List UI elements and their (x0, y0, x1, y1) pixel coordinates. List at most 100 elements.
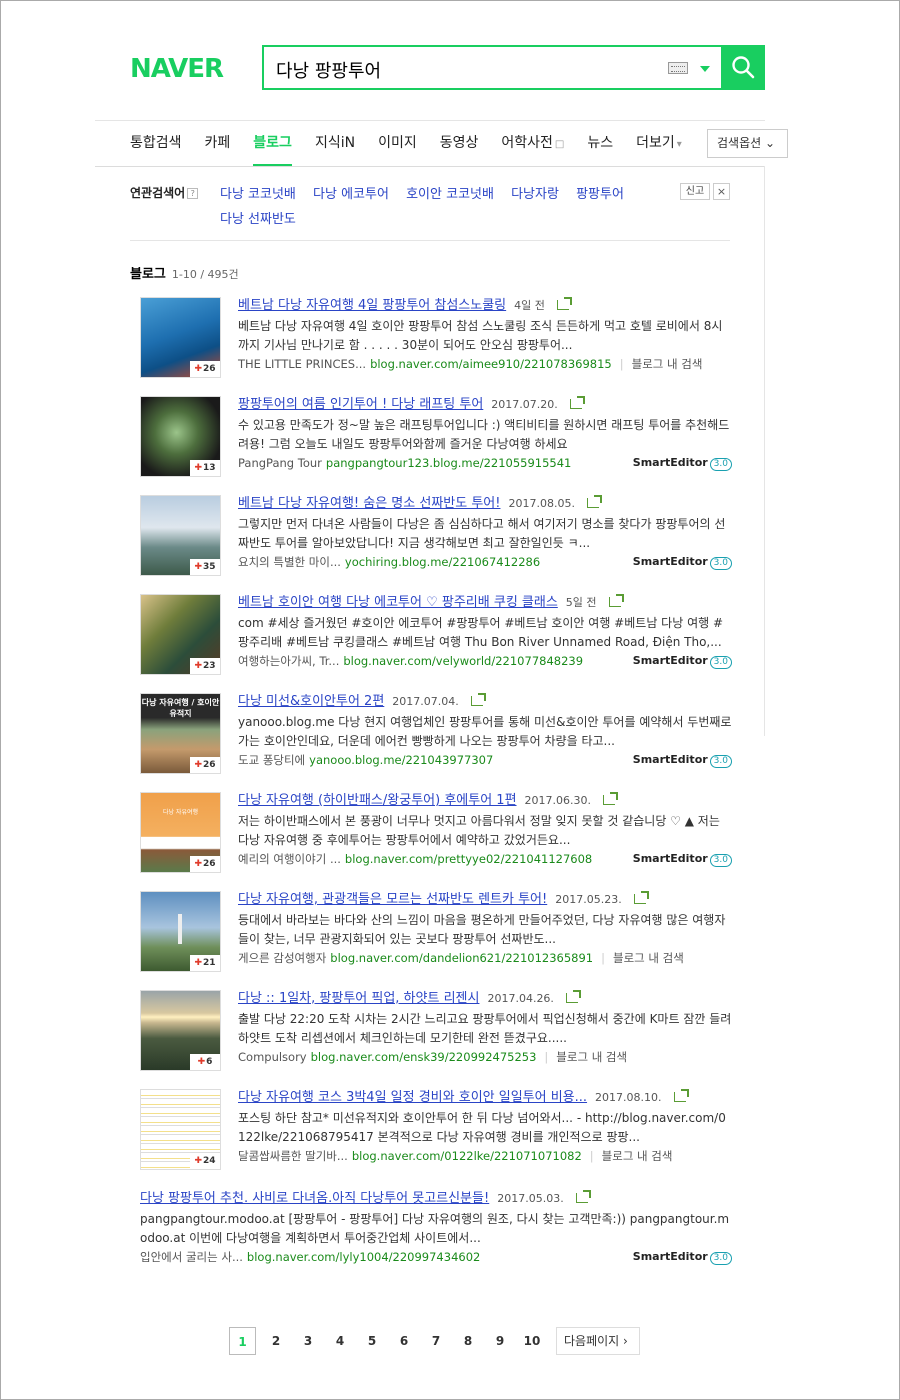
page-link[interactable]: 4 (324, 1327, 356, 1355)
result-url[interactable]: pangpangtour123.blog.me/221055915541 (326, 456, 571, 470)
result-source[interactable]: Compulsory (238, 1050, 307, 1064)
result-source[interactable]: 게으른 감성여행자 (238, 951, 326, 965)
result-url[interactable]: yochiring.blog.me/221067412286 (345, 555, 540, 569)
new-window-icon[interactable] (569, 396, 585, 409)
image-count-badge: ✚35 (190, 559, 220, 575)
result-thumbnail[interactable]: ✚35 (140, 495, 221, 576)
result-source[interactable]: 요치의 특별한 마이... (238, 555, 341, 569)
result-title[interactable]: 팡팡투어의 여름 인기투어 ! 다낭 래프팅 투어 (238, 397, 483, 412)
related-item[interactable]: 다낭 코코넛배 (220, 187, 296, 202)
related-item[interactable]: 다낭 선짜반도 (220, 212, 296, 227)
search-in-blog-link[interactable]: 블로그 내 검색 (613, 951, 684, 965)
result-source[interactable]: 도교 퐁당티에 (238, 753, 305, 767)
page-link[interactable]: 9 (484, 1327, 516, 1355)
search-in-blog-link[interactable]: 블로그 내 검색 (632, 357, 703, 371)
new-window-icon[interactable] (575, 1190, 591, 1203)
result-thumbnail[interactable]: ✚6 (140, 990, 221, 1071)
section-title-text: 블로그 (130, 267, 166, 282)
new-window-icon[interactable] (608, 594, 624, 607)
result-title[interactable]: 다낭 미선&호이안투어 2편 (238, 694, 384, 709)
external-window-icon: □ (554, 139, 565, 150)
search-button[interactable] (721, 45, 765, 90)
result-source[interactable]: 입안에서 굴리는 사... (140, 1250, 243, 1264)
result-url[interactable]: yanooo.blog.me/221043977307 (309, 753, 493, 767)
keyboard-icon[interactable] (668, 62, 688, 74)
result-title[interactable]: 다낭 자유여행, 관광객들은 모르는 선짜반도 렌트카 투어! (238, 892, 547, 907)
new-window-icon[interactable] (603, 792, 619, 805)
result-url[interactable]: blog.naver.com/ensk39/220992475253 (311, 1050, 537, 1064)
new-window-icon[interactable] (470, 693, 486, 706)
page-link[interactable]: 2 (260, 1327, 292, 1355)
result-thumbnail[interactable]: ✚21 (140, 891, 221, 972)
related-list: 다낭 코코넛배 다낭 에코투어 호이안 코코넛배 다낭자랑 팡팡투어 다낭 선짜… (220, 182, 670, 232)
result-date: 2017.06.30. (524, 794, 592, 807)
help-icon[interactable]: ? (187, 188, 199, 199)
search-query[interactable]: 다낭 팡팡투어 (276, 57, 381, 83)
page-link[interactable]: 7 (420, 1327, 452, 1355)
page-link[interactable]: 10 (516, 1327, 548, 1355)
search-options-button[interactable]: 검색옵션 ⌄ (707, 129, 788, 158)
result-title[interactable]: 다낭 팡팡투어 추천. 사비로 다녀옴.아직 다낭투어 못고르신분들! (140, 1191, 489, 1206)
result-title[interactable]: 다낭 자유여행 코스 3박4일 일정 경비와 호이안 일일투어 비용... (238, 1090, 587, 1105)
result-url[interactable]: blog.naver.com/lyly1004/220997434602 (247, 1250, 480, 1264)
result-url[interactable]: blog.naver.com/prettyye02/221041127608 (345, 852, 592, 866)
result-source[interactable]: PangPang Tour (238, 456, 322, 470)
new-window-icon[interactable] (673, 1089, 689, 1102)
result-thumbnail[interactable]: ✚23 (140, 594, 221, 675)
result-source[interactable]: 달콤쌉싸름한 딸기바... (238, 1149, 348, 1163)
result-title[interactable]: 베트남 호이안 여행 다낭 에코투어 ♡ 팡주리배 쿠킹 클래스 (238, 595, 558, 610)
tab-news[interactable]: 뉴스 (587, 132, 613, 166)
result-title[interactable]: 베트남 다낭 자유여행! 숨은 명소 선짜반도 투어! (238, 496, 500, 511)
result-snippet: 등대에서 바라보는 바다와 산의 느낌이 마음을 평온하게 만들어주었던, 다낭… (238, 913, 726, 946)
result-url[interactable]: blog.naver.com/dandelion621/221012365891 (330, 951, 593, 965)
result-thumbnail[interactable]: ✚24 (140, 1089, 221, 1170)
next-page-button[interactable]: 다음페이지 › (556, 1327, 640, 1355)
related-item[interactable]: 다낭 에코투어 (313, 187, 389, 202)
tab-image[interactable]: 이미지 (378, 132, 417, 166)
tab-kin[interactable]: 지식iN (315, 132, 355, 166)
page-link[interactable]: 3 (292, 1327, 324, 1355)
dropdown-arrow-icon: ▾ (676, 139, 682, 150)
autocomplete-toggle-icon[interactable] (700, 66, 710, 72)
related-item[interactable]: 팡팡투어 (576, 187, 624, 202)
result-title[interactable]: 다낭 자유여행 (하이반패스/왕궁투어) 후에투어 1편 (238, 793, 517, 808)
related-item[interactable]: 호이안 코코넛배 (406, 187, 494, 202)
blog-result: ✚6 다낭 :: 1일차, 팡팡투어 픽업, 하얏트 리젠시 2017.04.26… (140, 990, 731, 1080)
new-window-icon[interactable] (556, 297, 572, 310)
tab-more[interactable]: 더보기 ▾ (636, 132, 682, 166)
tab-blog[interactable]: 블로그 (253, 132, 292, 166)
page-link[interactable]: 6 (388, 1327, 420, 1355)
tab-video[interactable]: 동영상 (440, 132, 479, 166)
page-current[interactable]: 1 (229, 1327, 256, 1355)
result-source[interactable]: THE LITTLE PRINCES... (238, 357, 366, 371)
search-input[interactable]: 다낭 팡팡투어 (262, 45, 721, 90)
result-thumbnail[interactable]: ✚13 (140, 396, 221, 477)
smarteditor-label: SmartEditor (632, 753, 708, 766)
page-link[interactable]: 8 (452, 1327, 484, 1355)
new-window-icon[interactable] (633, 891, 649, 904)
search-in-blog-link[interactable]: 블로그 내 검색 (602, 1149, 673, 1163)
smarteditor-label: SmartEditor (632, 456, 708, 469)
new-window-icon[interactable] (565, 990, 581, 1003)
tab-dictionary[interactable]: 어학사전 □ (501, 132, 564, 166)
report-button[interactable]: 신고 (680, 183, 710, 200)
page-link[interactable]: 5 (356, 1327, 388, 1355)
result-source[interactable]: 여행하는아가씨, Tr... (238, 654, 339, 668)
result-url[interactable]: blog.naver.com/velyworld/221077848239 (343, 654, 583, 668)
result-thumbnail[interactable]: 다낭 자유여행 ✚26 (140, 792, 221, 873)
result-url[interactable]: blog.naver.com/aimee910/221078369815 (370, 357, 612, 371)
result-source[interactable]: 예리의 여행이야기 ... (238, 852, 341, 866)
naver-logo[interactable]: NAVER (130, 54, 224, 84)
new-window-icon[interactable] (586, 495, 602, 508)
image-count-badge: ✚24 (190, 1153, 220, 1169)
close-related-button[interactable]: × (713, 183, 730, 200)
result-title[interactable]: 다낭 :: 1일차, 팡팡투어 픽업, 하얏트 리젠시 (238, 991, 479, 1006)
result-url[interactable]: blog.naver.com/0122lke/221071071082 (352, 1149, 582, 1163)
search-in-blog-link[interactable]: 블로그 내 검색 (556, 1050, 627, 1064)
result-thumbnail[interactable]: 다낭 자유여행 / 호이안 유적지 ✚26 (140, 693, 221, 774)
tab-cafe[interactable]: 카페 (205, 132, 231, 166)
related-item[interactable]: 다낭자랑 (511, 187, 559, 202)
result-thumbnail[interactable]: ✚26 (140, 297, 221, 378)
tab-integrated[interactable]: 통합검색 (130, 132, 182, 166)
result-title[interactable]: 베트남 다낭 자유여행 4일 팡팡투어 참섬스노쿨링 (238, 298, 506, 313)
